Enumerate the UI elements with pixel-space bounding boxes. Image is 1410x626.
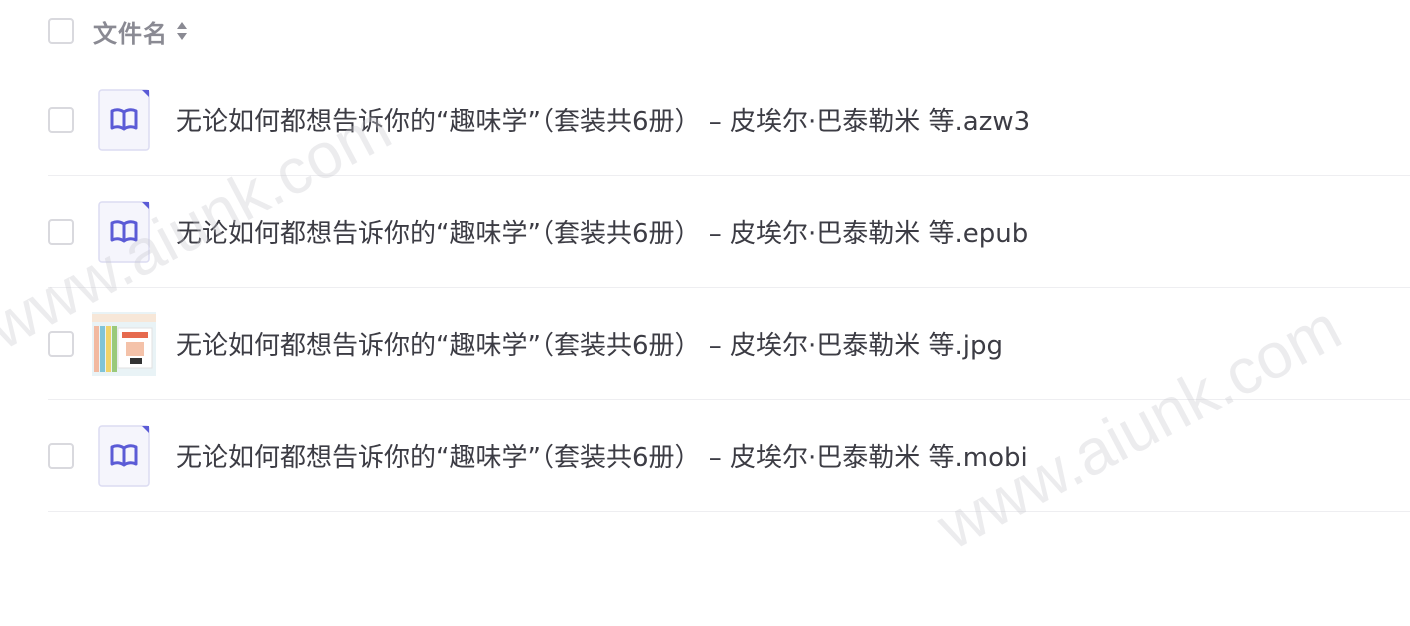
file-name[interactable]: 无论如何都想告诉你的“趣味学”（套装共6册） – 皮埃尔·巴泰勒米 等.epub <box>176 213 1028 250</box>
file-row[interactable]: 无论如何都想告诉你的“趣味学”（套装共6册） – 皮埃尔·巴泰勒米 等.epub <box>48 176 1410 288</box>
file-list-page: 文件名 无论如何都想告诉你的“趣味学”（套装共6册） – 皮埃尔·巴泰勒米 等.… <box>0 0 1410 626</box>
sort-icon[interactable] <box>176 20 188 42</box>
select-all-checkbox[interactable] <box>48 18 74 44</box>
file-row[interactable]: 无论如何都想告诉你的“趣味学”（套装共6册） – 皮埃尔·巴泰勒米 等.azw3 <box>48 64 1410 176</box>
file-name[interactable]: 无论如何都想告诉你的“趣味学”（套装共6册） – 皮埃尔·巴泰勒米 等.mobi <box>176 437 1028 474</box>
column-header-filename[interactable]: 文件名 <box>93 14 168 49</box>
row-checkbox[interactable] <box>48 330 74 357</box>
book-icon <box>98 424 150 487</box>
file-row[interactable]: 无论如何都想告诉你的“趣味学”（套装共6册） – 皮埃尔·巴泰勒米 等.mobi <box>48 400 1410 512</box>
book-icon <box>98 88 150 151</box>
image-thumbnail <box>92 311 156 376</box>
file-name[interactable]: 无论如何都想告诉你的“趣味学”（套装共6册） – 皮埃尔·巴泰勒米 等.azw3 <box>176 101 1030 138</box>
book-icon <box>98 200 150 263</box>
file-row[interactable]: 无论如何都想告诉你的“趣味学”（套装共6册） – 皮埃尔·巴泰勒米 等.jpg <box>48 288 1410 400</box>
row-checkbox[interactable] <box>48 106 74 133</box>
row-checkbox[interactable] <box>48 442 74 469</box>
list-header: 文件名 <box>48 0 188 62</box>
file-name[interactable]: 无论如何都想告诉你的“趣味学”（套装共6册） – 皮埃尔·巴泰勒米 等.jpg <box>176 325 1003 362</box>
file-list: 无论如何都想告诉你的“趣味学”（套装共6册） – 皮埃尔·巴泰勒米 等.azw3… <box>48 64 1410 512</box>
row-checkbox[interactable] <box>48 218 74 245</box>
